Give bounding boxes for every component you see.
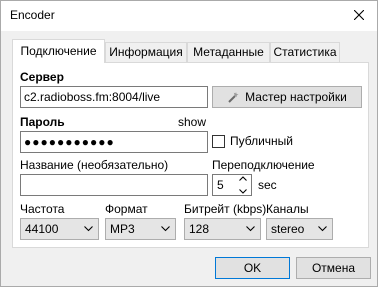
chevron-down-icon	[318, 226, 327, 232]
bitrate-select[interactable]: 128	[184, 218, 261, 240]
chevron-down-icon	[246, 226, 255, 232]
show-password-link[interactable]: show	[178, 115, 206, 129]
name-label: Название (необязательно)	[20, 158, 169, 172]
format-value: MP3	[110, 222, 135, 236]
frequency-select[interactable]: 44100	[20, 218, 99, 240]
connection-panel: Сервер c2.radioboss.fm:8004/live Мастер …	[12, 62, 369, 248]
bitrate-value: 128	[189, 222, 210, 236]
reconnect-stepper[interactable]: 5	[212, 174, 252, 196]
server-input[interactable]: c2.radioboss.fm:8004/live	[20, 86, 208, 108]
chevron-down-icon	[161, 226, 170, 232]
password-label: Пароль	[20, 115, 65, 129]
title-bar: Encoder	[1, 1, 377, 31]
frequency-label: Частота	[20, 202, 65, 216]
wand-icon	[228, 92, 239, 103]
channels-select[interactable]: stereo	[266, 218, 333, 240]
channels-value: stereo	[271, 222, 305, 236]
setup-wizard-button[interactable]: Мастер настройки	[212, 86, 362, 108]
server-label: Сервер	[20, 70, 64, 84]
tab-statistics[interactable]: Статистика	[270, 42, 340, 62]
close-icon	[354, 10, 364, 20]
ok-button[interactable]: OK	[215, 257, 290, 279]
bitrate-label: Битрейт (kbps)	[184, 202, 267, 216]
format-select[interactable]: MP3	[105, 218, 176, 240]
frequency-value: 44100	[25, 222, 59, 236]
setup-wizard-label: Мастер настройки	[245, 90, 347, 104]
tab-connection[interactable]: Подключение	[12, 39, 105, 63]
public-checkbox[interactable]	[212, 135, 225, 148]
public-checkbox-label: Публичный	[230, 134, 294, 148]
reconnect-label: Переподключение	[212, 158, 315, 172]
channels-label: Каналы	[266, 202, 309, 216]
tab-information[interactable]: Информация	[105, 42, 187, 62]
reconnect-value: 5	[217, 178, 224, 192]
close-button[interactable]	[347, 4, 371, 26]
chevron-down-icon	[84, 226, 93, 232]
spin-arrows-icon[interactable]	[237, 176, 249, 194]
tab-metadata[interactable]: Метаданные	[187, 42, 270, 62]
password-input[interactable]: ●●●●●●●●●●●	[20, 131, 208, 153]
reconnect-unit: sec	[258, 178, 277, 192]
format-label: Формат	[105, 202, 148, 216]
name-input[interactable]	[20, 174, 208, 196]
encoder-window: Encoder Подключение Информация Метаданны…	[0, 0, 378, 287]
cancel-button[interactable]: Отмена	[296, 257, 371, 279]
window-title: Encoder	[10, 8, 55, 22]
